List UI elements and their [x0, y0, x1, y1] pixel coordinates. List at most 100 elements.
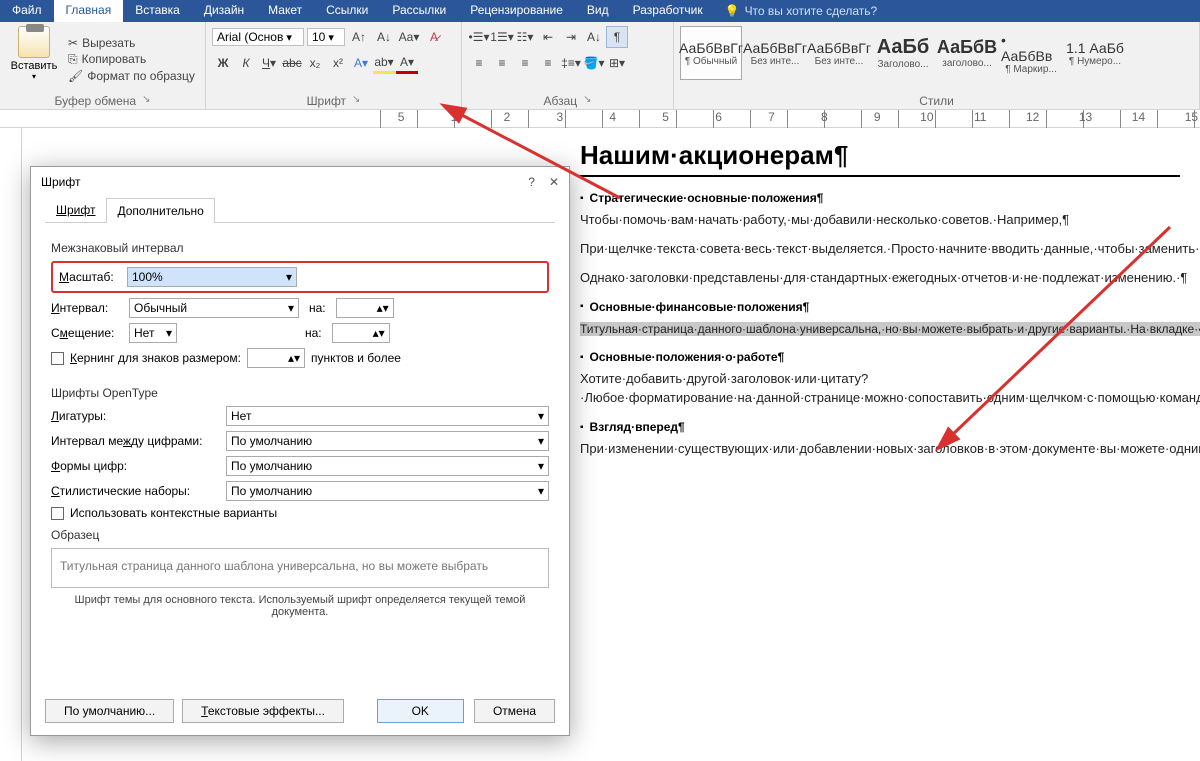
scale-combo[interactable]: 100%▾ [127, 267, 297, 287]
italic-button[interactable]: К [235, 52, 257, 74]
shading-button[interactable]: 🪣▾ [583, 52, 605, 74]
font-color-button[interactable]: A▾ [396, 52, 418, 74]
shrink-font-button[interactable]: A↓ [373, 26, 395, 48]
text-effects-button[interactable]: Текстовые эффекты... [182, 699, 344, 723]
style-item[interactable]: АаБбЗаголово... [872, 26, 934, 80]
interval-value-spin[interactable]: ▴▾ [336, 298, 394, 318]
clear-format-button[interactable]: A̷ [423, 26, 445, 48]
underline-button[interactable]: Ч▾ [258, 52, 280, 74]
tab-insert[interactable]: Вставка [123, 0, 192, 22]
align-right-button[interactable]: ≡ [514, 52, 536, 74]
help-icon[interactable]: ? [528, 175, 535, 189]
tab-view[interactable]: Вид [575, 0, 621, 22]
tab-mailings[interactable]: Рассылки [380, 0, 458, 22]
stylistic-combo[interactable]: По умолчанию▾ [226, 481, 549, 501]
paragraph[interactable]: Хотите·добавить·другой·заголовок·или·цит… [580, 370, 1180, 408]
num-spacing-combo[interactable]: По умолчанию▾ [226, 431, 549, 451]
bullets-button[interactable]: •☰▾ [468, 26, 490, 48]
style-normal[interactable]: АаБбВвГг¶ Обычный [680, 26, 742, 80]
interval-combo[interactable]: Обычный▾ [129, 298, 299, 318]
format-painter-button[interactable]: 🖌Формат по образцу [68, 69, 195, 83]
borders-button[interactable]: ⊞▾ [606, 52, 628, 74]
font-size-combo[interactable]: 10 ▾ [307, 28, 345, 46]
style-item[interactable]: АаБбВзаголово... [936, 26, 998, 80]
ruler-horizontal[interactable]: 5123456789101112131415 [0, 110, 1200, 128]
ligatures-label: Лигатуры: [51, 409, 216, 423]
strike-button[interactable]: abc [281, 52, 303, 74]
contextual-checkbox[interactable] [51, 507, 64, 520]
chevron-down-icon: ▾ [166, 326, 172, 340]
document-page[interactable]: Нашим·акционерам¶ Стратегические·основны… [580, 140, 1180, 469]
show-marks-button[interactable]: ¶ [606, 26, 628, 48]
paragraph-launcher-icon[interactable]: ↘ [583, 94, 591, 108]
sort-button[interactable]: A↓ [583, 26, 605, 48]
paste-button[interactable]: Вставить ▾ [6, 26, 62, 92]
align-center-button[interactable]: ≡ [491, 52, 513, 74]
heading-2[interactable]: Основные·положения·о·работе¶ [580, 350, 1180, 364]
brush-icon: 🖌 [68, 69, 83, 83]
text-effects-button[interactable]: A▾ [350, 52, 372, 74]
dialog-tab-advanced[interactable]: Дополнительно [106, 198, 214, 223]
tab-file[interactable]: Файл [0, 0, 54, 22]
ligatures-combo[interactable]: Нет▾ [226, 406, 549, 426]
paragraph[interactable]: Титульная·страница·данного·шаблона·униве… [580, 320, 1180, 339]
tab-developer[interactable]: Разработчик [621, 0, 715, 22]
cut-button[interactable]: ✂Вырезать [68, 36, 195, 50]
ok-button[interactable]: OK [377, 699, 464, 723]
style-item[interactable]: • АаБбВв¶ Маркир... [1000, 26, 1062, 80]
heading-2[interactable]: Основные·финансовые·положения¶ [580, 300, 1180, 314]
default-button[interactable]: По умолчанию... [45, 699, 174, 723]
tab-review[interactable]: Рецензирование [458, 0, 575, 22]
style-item[interactable]: 1.1 АаБб¶ Нумеро... [1064, 26, 1126, 80]
copy-icon: ⎘ [68, 52, 78, 67]
paste-icon [18, 26, 50, 58]
change-case-button[interactable]: Aa▾ [398, 26, 420, 48]
heading-2[interactable]: Взгляд·вперед¶ [580, 420, 1180, 434]
stylistic-label: Стилистические наборы: [51, 484, 216, 498]
kerning-checkbox[interactable] [51, 352, 64, 365]
bold-button[interactable]: Ж [212, 52, 234, 74]
close-icon[interactable]: ✕ [549, 175, 559, 189]
tab-design[interactable]: Дизайн [192, 0, 256, 22]
paragraph[interactable]: Однако·заголовки·представлены·для·станда… [580, 269, 1180, 288]
heading-2[interactable]: Стратегические·основные·положения¶ [580, 191, 1180, 205]
line-spacing-button[interactable]: ‡≡▾ [560, 52, 582, 74]
offset-value-spin[interactable]: ▴▾ [332, 323, 390, 343]
tell-me[interactable]: 💡Что вы хотите сделать? [715, 0, 888, 22]
ribbon: Вставить ▾ ✂Вырезать ⎘Копировать 🖌Формат… [0, 22, 1200, 110]
style-item[interactable]: АаБбВвГгБез инте... [744, 26, 806, 80]
tab-home[interactable]: Главная [54, 0, 124, 22]
dialog-tab-font[interactable]: Шрифт [45, 197, 106, 222]
cancel-button[interactable]: Отмена [474, 699, 555, 723]
num-forms-combo[interactable]: По умолчанию▾ [226, 456, 549, 476]
multilevel-button[interactable]: ☷▾ [514, 26, 536, 48]
tab-layout[interactable]: Макет [256, 0, 314, 22]
styles-gallery[interactable]: АаБбВвГг¶ Обычный АаБбВвГгБез инте... Аа… [680, 26, 1193, 80]
superscript-button[interactable]: x² [327, 52, 349, 74]
offset-label: Смещение: [51, 326, 119, 340]
outdent-button[interactable]: ⇤ [537, 26, 559, 48]
justify-button[interactable]: ≡ [537, 52, 559, 74]
copy-button[interactable]: ⎘Копировать [68, 52, 195, 67]
ruler-vertical[interactable] [4, 128, 22, 761]
paragraph[interactable]: При·щелчке·текста·совета·весь·текст·выде… [580, 240, 1180, 259]
highlight-button[interactable]: ab▾ [373, 52, 395, 74]
kerning-size-spin[interactable]: ▴▾ [247, 348, 305, 368]
paragraph[interactable]: Чтобы·помочь·вам·начать·работу,·мы·добав… [580, 211, 1180, 230]
numbering-button[interactable]: 1☰▾ [491, 26, 513, 48]
font-launcher-icon[interactable]: ↘ [352, 94, 360, 108]
group-font: Arial (Основ ▾ 10 ▾ A↑ A↓ Aa▾ A̷ Ж К Ч▾ … [206, 22, 462, 109]
preview-box: Титульная страница данного шаблона униве… [51, 548, 549, 588]
style-item[interactable]: АаБбВвГгБез инте... [808, 26, 870, 80]
kerning-label: Кернинг для знаков размером: [70, 351, 241, 365]
align-left-button[interactable]: ≡ [468, 52, 490, 74]
indent-button[interactable]: ⇥ [560, 26, 582, 48]
heading-1[interactable]: Нашим·акционерам¶ [580, 140, 1180, 177]
tab-references[interactable]: Ссылки [314, 0, 380, 22]
clipboard-launcher-icon[interactable]: ↘ [142, 94, 150, 108]
subscript-button[interactable]: x₂ [304, 52, 326, 74]
paragraph[interactable]: При·изменении·существующих·или·добавлени… [580, 440, 1180, 459]
offset-combo[interactable]: Нет▾ [129, 323, 177, 343]
grow-font-button[interactable]: A↑ [348, 26, 370, 48]
font-name-combo[interactable]: Arial (Основ ▾ [212, 28, 304, 46]
